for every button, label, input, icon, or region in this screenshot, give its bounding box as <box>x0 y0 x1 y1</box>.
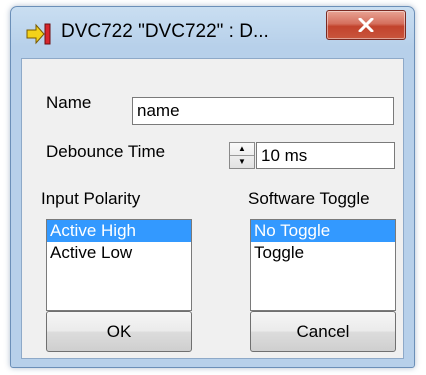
list-item-active-high[interactable]: Active High <box>47 220 191 242</box>
spin-up-button[interactable]: ▲ <box>230 143 254 156</box>
debounce-time-label: Debounce Time <box>46 142 166 161</box>
debounce-time-spinner[interactable]: ▲ ▼ <box>229 142 255 169</box>
debounce-time-field[interactable] <box>256 142 395 169</box>
close-button[interactable] <box>326 10 406 40</box>
title-bar[interactable]: DVC722 "DVC722" : D... <box>11 7 414 59</box>
list-item-toggle[interactable]: Toggle <box>251 242 395 264</box>
list-item-no-toggle[interactable]: No Toggle <box>251 220 395 242</box>
input-polarity-label: Input Polarity <box>41 189 141 208</box>
close-icon <box>358 18 374 32</box>
name-field[interactable] <box>132 97 394 125</box>
app-icon <box>26 23 51 45</box>
cancel-button[interactable]: Cancel <box>250 311 396 352</box>
list-item-active-low[interactable]: Active Low <box>47 242 191 264</box>
software-toggle-label: Software Toggle <box>248 189 370 208</box>
ok-button[interactable]: OK <box>46 311 192 352</box>
spin-up-icon: ▲ <box>238 144 246 153</box>
spin-down-icon: ▼ <box>238 157 246 166</box>
software-toggle-list[interactable]: No Toggle Toggle <box>250 219 396 311</box>
input-polarity-list[interactable]: Active High Active Low <box>46 219 192 311</box>
spin-down-button[interactable]: ▼ <box>230 156 254 168</box>
dialog-client-area: Name Debounce Time ▲ ▼ Input Polarity So… <box>21 58 404 359</box>
name-label: Name <box>46 93 92 112</box>
window-title: DVC722 "DVC722" : D... <box>61 21 269 42</box>
dialog-window: DVC722 "DVC722" : D... Name Debounce Tim… <box>10 6 415 368</box>
